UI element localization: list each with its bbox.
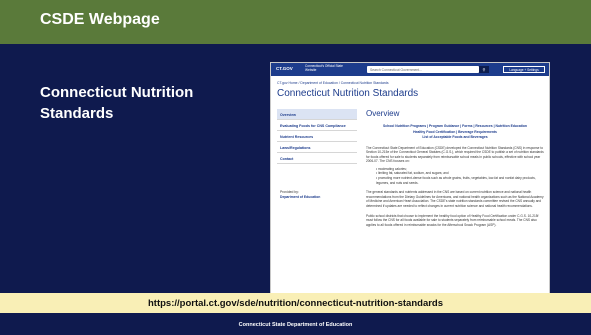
slide-header: CSDE Webpage [0, 0, 591, 44]
nav-item-contact[interactable]: Contact [277, 153, 357, 164]
provided-by-org[interactable]: Department of Education [280, 195, 320, 199]
quick-links-row-1[interactable]: School Nutrition Programs | Program Guid… [366, 124, 544, 130]
search-icon: ⚲ [482, 67, 486, 72]
provided-by: Provided by: Department of Education [280, 190, 320, 200]
language-settings-button[interactable]: Language + Settings [503, 66, 545, 73]
nav-item-nutrient-resources[interactable]: Nutrient Resources [277, 131, 357, 142]
site-tagline: Connecticut's Official State Website [305, 64, 343, 72]
ct-gov-logo[interactable]: CT.GOV [276, 66, 293, 71]
url-bar: https://portal.ct.gov/sde/nutrition/conn… [0, 293, 591, 313]
slide-footer: Connecticut State Department of Educatio… [0, 313, 591, 335]
quick-links-row-3[interactable]: List of Acceptable Foods and Beverages [366, 135, 544, 141]
page-title: Connecticut Nutrition Standards [277, 88, 419, 99]
section-heading: Overview [366, 109, 400, 118]
footer-text: Connecticut State Department of Educatio… [238, 322, 353, 328]
slide-title: CSDE Webpage [40, 11, 160, 28]
slide-body: Connecticut Nutrition Standards CT.GOV C… [0, 44, 591, 302]
focus-list: moderating calories; limiting fat, satur… [376, 167, 544, 185]
webpage-topbar: CT.GOV Connecticut's Official State Webs… [271, 63, 549, 76]
slide-subtitle: Connecticut Nutrition Standards [40, 84, 194, 122]
nav-item-laws-regulations[interactable]: Laws/Regulations [277, 142, 357, 153]
page-url[interactable]: https://portal.ct.gov/sde/nutrition/conn… [148, 298, 443, 309]
quick-links: School Nutrition Programs | Program Guid… [366, 124, 544, 141]
intro-paragraph: The Connecticut State Department of Educ… [366, 145, 544, 164]
main-content: Overview School Nutrition Programs | Pro… [366, 109, 544, 227]
nav-item-evaluating-foods[interactable]: Evaluating Foods for CNS Compliance [277, 120, 357, 131]
implementation-paragraph: Public school districts that choose to i… [366, 213, 539, 227]
standards-paragraph: The general standards and nutrients addr… [366, 190, 544, 209]
search-input[interactable]: Search Connecticut Government... [367, 66, 479, 73]
search-button[interactable]: ⚲ [479, 66, 489, 73]
nav-item-overview[interactable]: Overview [277, 109, 357, 120]
list-item: promoting more nutrient-dense foods such… [376, 176, 544, 185]
webpage-screenshot: CT.GOV Connecticut's Official State Webs… [270, 62, 550, 302]
side-nav: Overview Evaluating Foods for CNS Compli… [277, 109, 357, 164]
breadcrumb[interactable]: CT.gov Home / Department of Education / … [277, 81, 389, 85]
